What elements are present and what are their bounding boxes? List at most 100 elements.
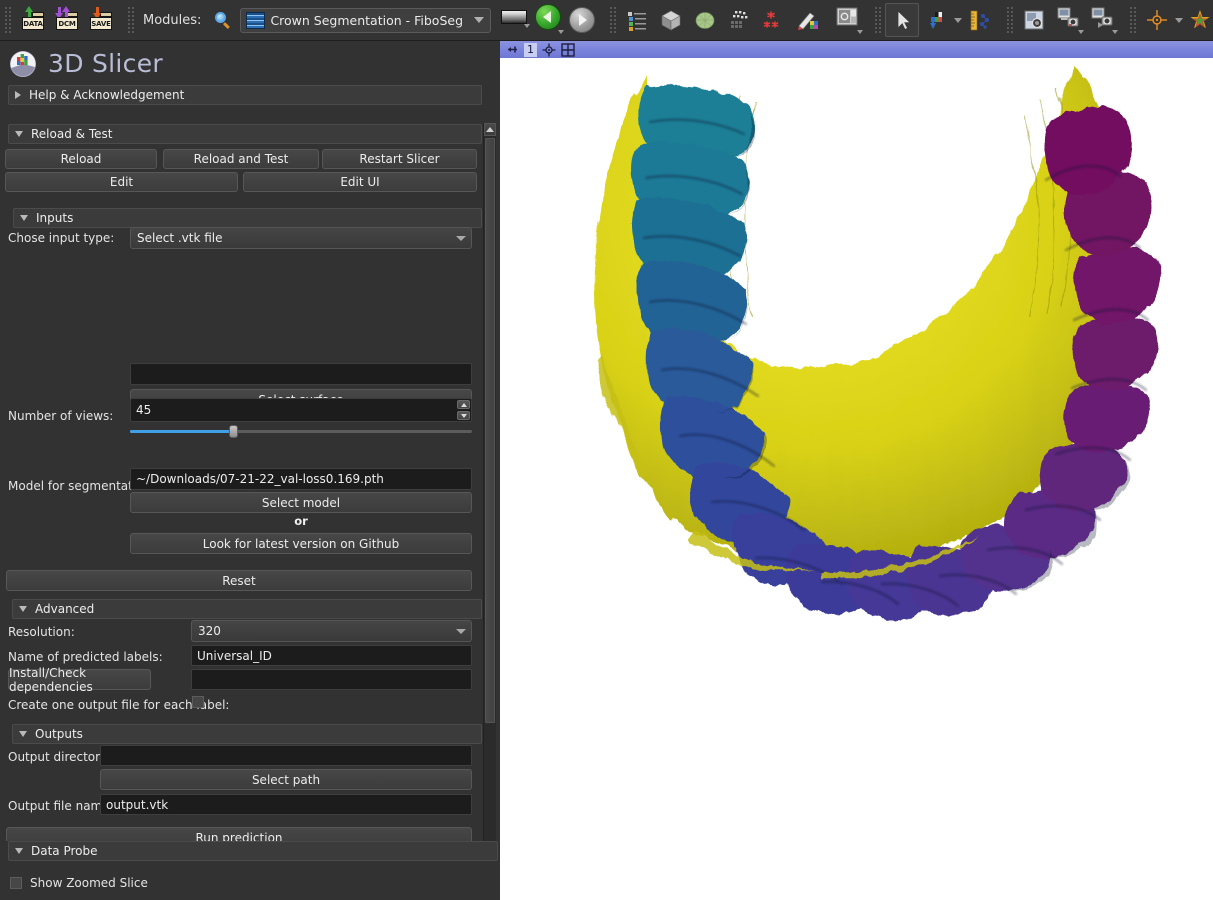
one-output-file-checkbox[interactable] [192,696,204,708]
output-directory-field[interactable] [100,745,472,766]
output-file-name-input[interactable]: output.vtk [100,794,472,815]
save-data-button[interactable]: SAVE [83,3,117,37]
data-probe-area: Data Probe Show Zoomed Slice [0,841,500,900]
transforms-button[interactable] [722,3,756,37]
layout-button[interactable] [830,3,864,37]
number-of-views-slider[interactable] [130,424,472,438]
toolbar-grip-crosshair[interactable] [1128,7,1138,33]
surface-path-field[interactable] [130,363,472,385]
output-directory-label: Output directory: [8,750,111,764]
reload-button[interactable]: Reload [5,149,157,169]
chevron-down-icon [19,731,27,737]
module-panel: 3D Slicer Help & Acknowledgement Reload … [0,41,500,900]
module-panel-scrollbar[interactable] [483,123,496,881]
subject-hierarchy-button[interactable] [620,3,654,37]
toolbar-grip-io[interactable] [3,7,12,33]
models-icon [695,12,715,29]
reset-button[interactable]: Reset [6,570,472,591]
chevron-down-icon [456,235,466,241]
chevron-right-icon [15,91,21,99]
scene-view-restore-button[interactable] [1085,3,1119,37]
module-panel-header: 3D Slicer [0,41,500,85]
volume-rendering-button[interactable] [654,3,688,37]
scrollbar-thumb[interactable] [485,138,495,723]
dental-arch-model [595,64,1160,620]
section-advanced[interactable]: Advanced [12,599,482,619]
ruler-icon [970,10,990,31]
crosshair-caret-icon[interactable] [1175,17,1184,23]
resolution-combobox[interactable]: 320 [191,620,472,642]
load-data-button[interactable]: DATA [15,3,49,37]
models-button[interactable] [688,3,722,37]
module-forward-button[interactable] [565,3,599,37]
grid-layout-icon[interactable] [561,42,575,57]
stepper-up-button[interactable] [457,400,470,409]
scroll-up-button[interactable] [484,123,496,136]
markups-star-button[interactable] [1183,3,1213,37]
window-level-button[interactable] [919,3,953,37]
restart-slicer-button[interactable]: Restart Slicer [322,149,477,169]
threed-view-area: 1 [500,41,1213,900]
stepper-down-button[interactable] [457,411,470,420]
github-latest-version-button[interactable]: Look for latest version on Github [130,533,472,554]
ruler-button[interactable] [962,3,996,37]
main-toolbar: DATA DCM SAVE Modules: Crown Segmentatio… [0,0,1213,41]
module-search-button[interactable] [206,3,240,37]
module-icon [246,11,266,29]
segment-editor-button[interactable] [790,3,824,37]
dicom-folder-icon: DCM [51,5,81,35]
predicted-labels-name-input[interactable]: Universal_ID [191,645,472,666]
center-view-icon[interactable] [542,43,556,57]
page-title: 3D Slicer [48,48,163,78]
edit-button[interactable]: Edit [5,172,238,192]
select-path-button[interactable]: Select path [100,769,472,790]
crosshair-button[interactable] [1140,3,1174,37]
install-check-dependencies-button[interactable]: Install/Check dependencies [8,666,151,694]
select-model-button[interactable]: Select model [130,492,472,513]
number-of-views-input[interactable]: 45 [130,398,472,422]
section-help-acknowledgement[interactable]: Help & Acknowledgement [8,85,482,105]
window-level-icon [930,12,943,29]
toolbar-grip-capture[interactable] [1005,7,1015,33]
threed-render-canvas[interactable] [500,58,1213,900]
toolbar-grip-modules[interactable] [126,7,135,33]
reload-and-test-button[interactable]: Reload and Test [163,149,319,169]
show-zoomed-slice-row[interactable]: Show Zoomed Slice [10,876,148,890]
show-zoomed-slice-checkbox[interactable] [10,877,22,889]
module-selector-combobox[interactable]: Crown Segmentation - FiboSeg [240,7,492,33]
forward-arrow-icon [569,7,596,33]
module-favorites-button[interactable] [497,3,531,37]
toolbar-grip-mouse[interactable] [873,7,883,33]
section-inputs-title: Inputs [36,211,74,225]
scene-view-capture-icon [1057,7,1079,26]
section-data-probe-title: Data Probe [31,844,98,858]
modules-label: Modules: [143,12,202,28]
section-data-probe[interactable]: Data Probe [8,841,498,861]
edit-ui-button[interactable]: Edit UI [243,172,477,192]
mouse-mode-button[interactable] [885,3,920,37]
chevron-down-icon [15,848,23,854]
segment-editor-icon [798,12,819,30]
section-reload-test[interactable]: Reload & Test [8,124,482,144]
threed-view-controller-bar: 1 [500,41,1213,58]
markups-fiducial-button[interactable] [756,3,790,37]
toolbar-grip-modules2[interactable] [608,7,618,33]
screenshot-button[interactable] [1017,3,1051,37]
transforms-icon [731,11,748,28]
section-inputs[interactable]: Inputs [13,208,482,228]
input-type-combobox[interactable]: Select .vtk file [130,227,472,249]
window-level-caret-icon[interactable] [954,17,963,23]
run-prediction-button[interactable]: Run prediction [6,827,472,841]
slider-handle[interactable] [228,425,238,438]
pin-icon[interactable] [506,43,519,56]
number-of-views-stepper[interactable] [457,400,470,420]
crosshair-icon [1147,10,1168,30]
module-back-button[interactable] [531,3,565,37]
markups-icon [763,11,779,28]
section-outputs[interactable]: Outputs [12,724,482,744]
layout-icon [836,7,858,25]
load-dicom-button[interactable]: DCM [49,3,83,37]
scene-view-capture-button[interactable] [1051,3,1085,37]
model-path-field[interactable]: ~/Downloads/07-21-22_val-loss0.169.pth [130,468,472,490]
input-type-value: Select .vtk file [137,231,223,245]
